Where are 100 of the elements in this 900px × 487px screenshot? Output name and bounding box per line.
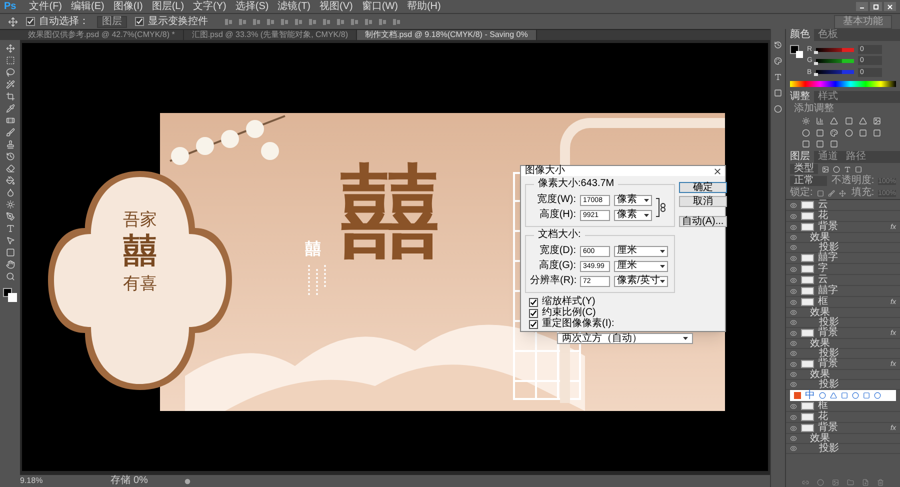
visibility-eye-icon[interactable] [790,445,797,452]
layer-row[interactable]: 花 [786,211,900,222]
visibility-eye-icon[interactable] [790,424,797,432]
visibility-eye-icon[interactable] [790,224,797,230]
visibility-eye-icon[interactable] [790,371,797,378]
minimize-icon[interactable] [856,2,868,11]
slider-thumb[interactable] [814,73,818,76]
close-icon[interactable] [714,168,721,174]
dialog-button[interactable]: 自动(A)... [679,216,727,227]
menu-item[interactable]: 窗口(W) [362,0,398,12]
layer-action-icon[interactable] [862,478,869,486]
tool-icon[interactable] [6,164,14,173]
menu-item[interactable]: 文件(F) [29,0,62,12]
slider-thumb[interactable] [814,62,818,65]
layer-action-icon[interactable] [877,478,884,486]
align-icon[interactable] [224,18,233,26]
tool-icon[interactable] [6,44,14,53]
dialog-button[interactable]: 取消 [679,196,727,207]
lock-icon[interactable] [828,190,835,196]
move-tool-icon[interactable] [8,16,18,26]
align-icon[interactable] [294,18,303,26]
tool-icon[interactable] [6,140,14,149]
menu-item[interactable]: 滤镜(T) [278,0,311,12]
color-slider[interactable] [816,48,854,52]
menu-item[interactable]: 图层(L) [152,0,184,12]
visibility-eye-icon[interactable] [790,435,797,442]
visibility-eye-icon[interactable] [790,309,797,316]
panel-tab[interactable]: 调整 [786,91,814,103]
visibility-eye-icon[interactable] [790,202,797,208]
menu-item[interactable]: 编辑(E) [71,0,104,12]
panel-tab[interactable]: 图层 [786,151,814,163]
align-icon[interactable] [280,18,289,26]
align-icon[interactable] [336,18,345,26]
align-icon[interactable] [252,18,261,26]
close-icon[interactable] [884,2,896,11]
visibility-eye-icon[interactable] [790,414,797,420]
lock-icon[interactable] [838,190,846,196]
restore-icon[interactable] [870,2,882,11]
menu-item[interactable]: 帮助(H) [406,0,441,12]
visibility-eye-icon[interactable] [790,276,797,284]
ime-toolbar[interactable]: 中 [790,390,896,401]
visibility-eye-icon[interactable] [790,360,797,368]
document-tab[interactable]: 制作文档.psd @ 9.18%(CMYK/8) - Saving 0% [356,30,537,40]
panel-tab[interactable]: 通道 [814,151,842,163]
layer-row[interactable]: 囍字 [786,253,900,264]
layer-row[interactable]: 字 [786,264,900,275]
panel-icon[interactable] [774,41,782,49]
filter-icon[interactable] [855,166,862,172]
visibility-eye-icon[interactable] [790,288,797,294]
tool-icon[interactable] [6,128,14,137]
panel-icon[interactable] [774,73,782,81]
visibility-eye-icon[interactable] [790,340,797,347]
layer-filter-dropdown[interactable]: 类型 [790,164,818,174]
visibility-eye-icon[interactable] [790,402,797,410]
document-tab[interactable]: 效果图仅供参考.psd @ 42.7%(CMYK/8) * [20,30,184,40]
menu-item[interactable]: 文字(Y) [193,0,226,12]
color-swatch-icon[interactable] [790,45,803,58]
color-slider[interactable] [816,58,854,63]
tool-icon[interactable] [6,104,14,113]
unit-dropdown[interactable]: 像素/英寸 [614,276,668,286]
blend-mode-dropdown[interactable]: 正常 [790,176,828,186]
tool-icon[interactable] [6,224,14,233]
align-icon[interactable] [322,18,331,26]
visibility-eye-icon[interactable] [790,266,797,272]
spectrum-bar[interactable] [790,81,896,87]
checkbox[interactable] [529,298,538,306]
layer-row[interactable]: 云 [786,275,900,286]
filter-icon[interactable] [822,166,829,172]
visibility-eye-icon[interactable] [790,298,797,306]
visibility-eye-icon[interactable] [790,381,797,388]
align-icon[interactable] [392,18,401,26]
unit-dropdown[interactable]: 像素 [614,194,652,206]
visibility-eye-icon[interactable] [790,319,797,326]
checkbox[interactable] [529,320,538,328]
adjustment-icon[interactable] [802,117,810,125]
layer-row[interactable]: 囍字 [786,286,900,297]
adjustment-icon[interactable] [830,128,838,137]
tool-icon[interactable] [6,176,14,185]
adjustment-icon[interactable] [816,117,824,125]
tool-icon[interactable] [6,188,14,197]
menu-item[interactable]: 图像(I) [113,0,143,12]
visibility-eye-icon[interactable] [790,244,797,251]
align-icon[interactable] [308,18,317,26]
panel-tab[interactable]: 路径 [842,151,870,163]
color-swatch-icon[interactable] [3,288,17,302]
visibility-eye-icon[interactable] [790,350,797,357]
layer-action-icon[interactable] [802,478,809,486]
align-icon[interactable] [364,18,373,26]
lock-icon[interactable] [816,190,824,196]
tool-icon[interactable] [6,68,14,77]
tool-icon[interactable] [6,212,14,221]
panel-tab[interactable]: 颜色 [786,29,814,41]
visibility-eye-icon[interactable] [790,330,797,336]
checkbox[interactable] [135,17,144,26]
adjustment-icon[interactable] [872,117,881,125]
align-icon[interactable] [238,18,247,26]
panel-tab[interactable]: 色板 [814,29,842,41]
menu-item[interactable]: 视图(V) [320,0,353,12]
tool-icon[interactable] [6,80,14,89]
tool-icon[interactable] [6,92,14,101]
